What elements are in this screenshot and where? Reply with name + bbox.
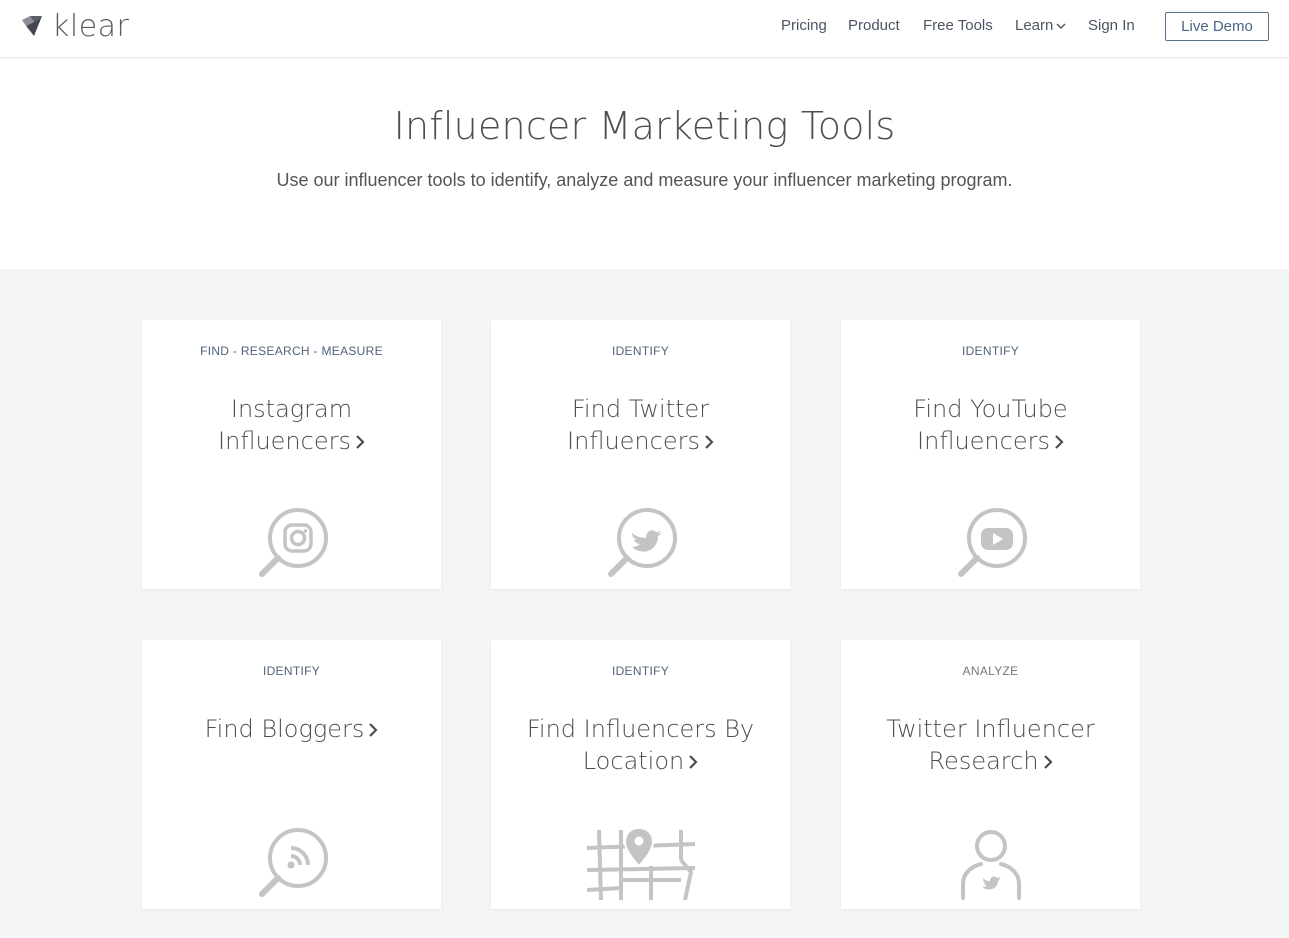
card-title-line1: Instagram <box>230 395 353 423</box>
card-title-line2: Influencers <box>218 427 351 455</box>
youtube-search-icon <box>957 508 1027 577</box>
card-title-line1: Find Twitter <box>571 395 710 423</box>
map-pin-icon <box>586 826 695 900</box>
card-title: Instagram Influencers <box>162 393 421 457</box>
page-title: Influencer Marketing Tools <box>393 104 896 148</box>
card-title-line1: Find Influencers By <box>526 715 755 743</box>
nav-product[interactable]: Product <box>848 17 900 34</box>
chevron-right-icon <box>1043 755 1053 769</box>
twitter-user-icon <box>960 830 1021 900</box>
card-title: Find Twitter Influencers <box>511 393 770 457</box>
chevron-right-icon <box>356 435 365 449</box>
live-demo-button[interactable]: Live Demo <box>1165 12 1269 41</box>
card-find-influencers-by-location[interactable]: IDENTIFY Find Influencers By Location <box>491 640 790 909</box>
card-title-line1: Find YouTube <box>913 395 1068 423</box>
card-title-line2: Location <box>582 747 685 775</box>
instagram-search-icon <box>258 508 328 577</box>
nav-learn-label: Learn <box>1015 17 1054 34</box>
card-twitter-influencer-research[interactable]: ANALYZE Twitter Influencer Research <box>841 640 1140 909</box>
nav-learn[interactable]: Learn <box>1015 17 1066 34</box>
nav-free-tools[interactable]: Free Tools <box>923 17 993 34</box>
card-title: Find Influencers By Location <box>511 713 770 777</box>
card-title-line1: Find Bloggers <box>204 715 365 743</box>
card-title: Find Bloggers <box>162 713 421 745</box>
rss-search-icon <box>258 828 328 897</box>
brand-name: klear <box>52 8 130 44</box>
card-category: ANALYZE <box>962 664 1019 678</box>
chevron-down-icon <box>1056 23 1066 30</box>
card-twitter-influencers[interactable]: IDENTIFY Find Twitter Influencers <box>491 320 790 589</box>
card-category: IDENTIFY <box>262 664 321 678</box>
card-title-line2: Influencers <box>567 427 700 455</box>
klear-logo-icon <box>22 16 42 36</box>
tools-grid: FIND - RESEARCH - MEASURE Instagram Infl… <box>0 269 1289 938</box>
chevron-right-icon <box>369 723 378 737</box>
card-title: Find YouTube Influencers <box>861 393 1120 457</box>
card-title-line2: Research <box>928 747 1039 775</box>
top-navbar: klear Pricing Product Free Tools Learn S… <box>0 0 1289 58</box>
card-category: IDENTIFY <box>961 344 1020 358</box>
card-youtube-influencers[interactable]: IDENTIFY Find YouTube Influencers <box>841 320 1140 589</box>
card-title-line1: Twitter Influencer <box>886 715 1095 743</box>
chevron-right-icon <box>1055 435 1064 449</box>
card-category: IDENTIFY <box>611 344 670 358</box>
card-title: Twitter Influencer Research <box>861 713 1120 777</box>
card-instagram-influencers[interactable]: FIND - RESEARCH - MEASURE Instagram Infl… <box>142 320 441 589</box>
card-category: IDENTIFY <box>611 664 670 678</box>
nav-pricing[interactable]: Pricing <box>781 17 827 34</box>
nav-sign-in[interactable]: Sign In <box>1088 17 1135 34</box>
chevron-right-icon <box>689 755 698 769</box>
card-title-line2: Influencers <box>917 427 1050 455</box>
klear-logo[interactable]: klear <box>20 8 129 44</box>
twitter-search-icon <box>607 508 677 577</box>
page-subtitle: Use our influencer tools to identify, an… <box>276 170 1013 190</box>
card-category: FIND - RESEARCH - MEASURE <box>200 344 383 358</box>
chevron-right-icon <box>705 435 714 449</box>
card-find-bloggers[interactable]: IDENTIFY Find Bloggers <box>142 640 441 909</box>
